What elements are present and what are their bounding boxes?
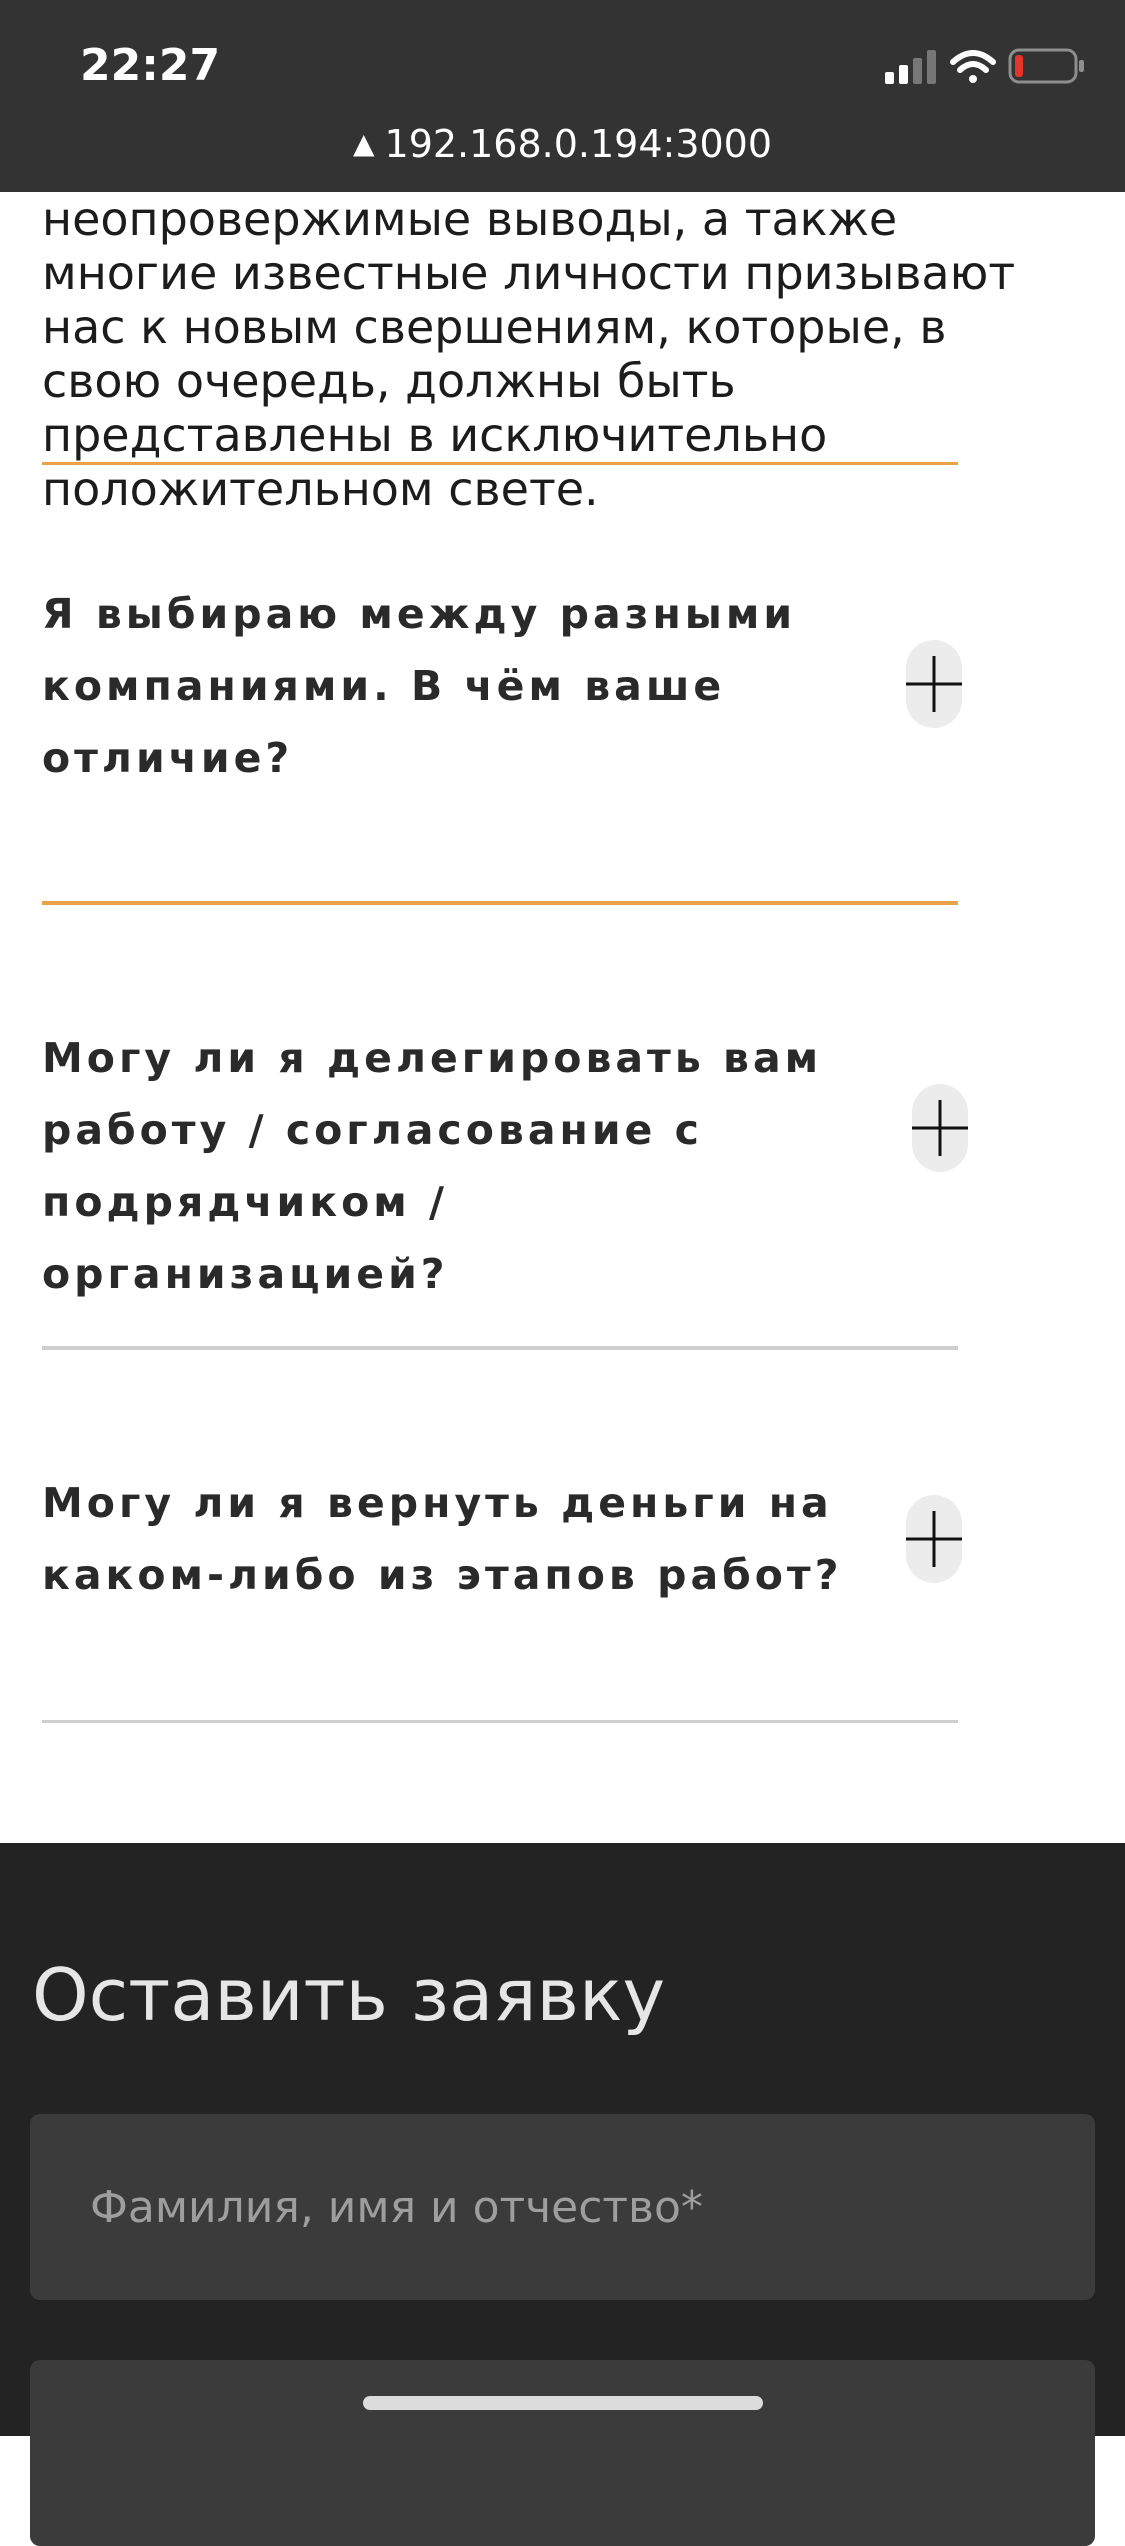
- faq-divider: [42, 1346, 958, 1350]
- faq-expand-button[interactable]: [906, 1495, 962, 1583]
- name-field-wrapper: [30, 2114, 1095, 2300]
- faq-expand-button[interactable]: [912, 1084, 968, 1172]
- accent-divider: [42, 462, 958, 465]
- url-bar[interactable]: ▲ 192.168.0.194:3000: [0, 122, 1125, 166]
- faq-item[interactable]: Могу ли я делегировать вам работу / согл…: [42, 1022, 968, 1354]
- status-time: 22:27: [80, 40, 221, 91]
- home-indicator: [363, 2396, 763, 2410]
- faq-expand-button[interactable]: [906, 640, 962, 728]
- faq-divider: [42, 1720, 958, 1723]
- warning-icon: ▲: [352, 127, 375, 160]
- intro-paragraph: неопровержимые выводы, а также многие из…: [42, 192, 1016, 516]
- faq-question: Могу ли я делегировать вам работу / согл…: [42, 1034, 823, 1298]
- plus-icon: [906, 656, 962, 712]
- name-field[interactable]: [30, 2114, 1095, 2300]
- status-icons: [885, 46, 1085, 90]
- battery-low-icon: [1008, 48, 1084, 84]
- plus-icon: [906, 1511, 962, 1567]
- faq-question: Я выбираю между разными компаниями. В чё…: [42, 590, 797, 782]
- request-form-section: Оставить заявку: [0, 1843, 1125, 2546]
- faq-question: Могу ли я вернуть деньги на каком-либо и…: [42, 1479, 843, 1599]
- cellular-signal-icon: [885, 50, 936, 84]
- faq-item[interactable]: Я выбираю между разными компаниями. В чё…: [42, 578, 962, 908]
- url-text: 192.168.0.194:3000: [384, 122, 773, 166]
- status-bar: 22:27 ▲ 192.168.0.194:3000: [0, 0, 1125, 192]
- faq-divider: [42, 901, 958, 905]
- form-title: Оставить заявку: [32, 1953, 666, 2037]
- plus-icon: [912, 1100, 968, 1156]
- second-field-wrapper[interactable]: [30, 2360, 1095, 2546]
- faq-item[interactable]: Могу ли я вернуть деньги на каком-либо и…: [42, 1467, 962, 1727]
- wifi-icon: [950, 50, 996, 83]
